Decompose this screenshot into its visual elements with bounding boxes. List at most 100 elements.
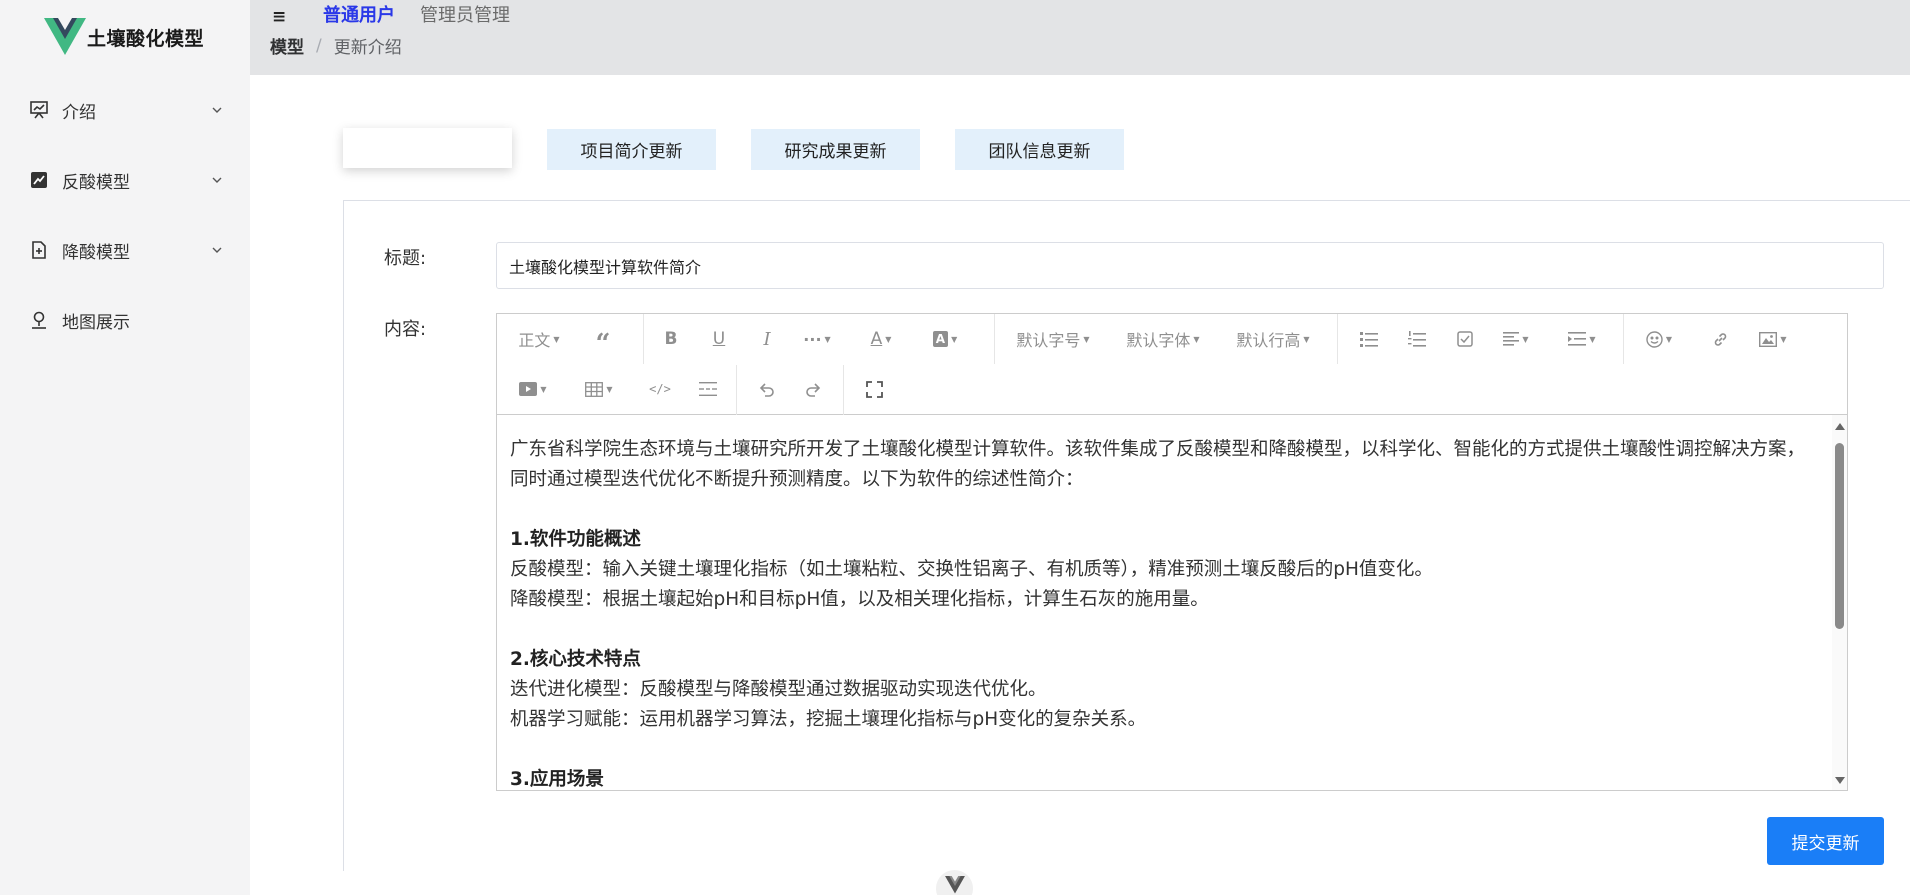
sidebar-item-label: 地图展示 xyxy=(62,312,130,333)
dropdown-arrow-icon: ▼ xyxy=(553,334,560,344)
editor-content[interactable]: 广东省科学院生态环境与土壤研究所开发了土壤酸化模型计算软件。该软件集成了反酸模型… xyxy=(497,415,1832,790)
background-color-select[interactable]: A ▼ xyxy=(924,319,966,359)
sidebar: 土壤酸化模型 介绍 反酸模型 降酸模型 地图展示 xyxy=(0,0,250,895)
redo-button[interactable] xyxy=(797,369,831,409)
dropdown-arrow-icon: ▼ xyxy=(1303,334,1310,344)
font-size-select[interactable]: 默认字号 ▼ xyxy=(1011,319,1095,359)
insert-table-select[interactable]: ▼ xyxy=(577,369,621,409)
tab-team-info-update[interactable]: 团队信息更新 xyxy=(955,129,1124,170)
tab-research-results-update[interactable]: 研究成果更新 xyxy=(751,129,920,170)
indent-select[interactable]: ▼ xyxy=(1560,319,1604,359)
breadcrumb-item-current: 更新介绍 xyxy=(333,38,402,58)
fullscreen-button[interactable] xyxy=(857,369,891,409)
background-color-icon: A xyxy=(932,331,949,347)
dropdown-arrow-icon: ▼ xyxy=(1665,334,1673,344)
numbered-list-button[interactable] xyxy=(1400,319,1434,359)
paragraph-style-select[interactable]: 正文 ▼ xyxy=(511,319,567,359)
tab-blank[interactable] xyxy=(343,128,512,168)
checkbox-icon xyxy=(1457,331,1473,347)
content-label: 内容: xyxy=(384,319,427,340)
breadcrumb-item-model[interactable]: 模型 xyxy=(270,33,304,58)
toolbar-divider xyxy=(736,365,737,415)
link-icon xyxy=(1714,332,1726,346)
underline-button[interactable]: U xyxy=(702,319,736,359)
sidebar-item-intro[interactable]: 介绍 xyxy=(0,88,250,132)
undo-icon xyxy=(759,382,774,397)
font-color-select[interactable]: A ▼ xyxy=(860,319,902,359)
sidebar-item-acid-reduction-model[interactable]: 降酸模型 xyxy=(0,228,250,272)
emoji-icon xyxy=(1646,330,1663,348)
quote-icon: “ xyxy=(595,329,611,359)
image-icon xyxy=(1759,331,1778,347)
italic-icon: I xyxy=(763,328,771,350)
paragraph-style-label: 正文 xyxy=(518,331,551,350)
app-logo-text: 土壤酸化模型 xyxy=(87,27,205,50)
toolbar-divider xyxy=(643,314,644,364)
emoji-select[interactable]: ▼ xyxy=(1637,319,1681,359)
title-input[interactable] xyxy=(496,242,1884,289)
more-format-select[interactable]: ··· ▼ xyxy=(796,319,838,359)
undo-button[interactable] xyxy=(749,369,783,409)
line-height-select[interactable]: 默认行高 ▼ xyxy=(1231,319,1315,359)
content-paragraph: 反酸模型：输入关键土壤理化指标（如土壤粘粒、交换性铝离子、有机质等），精准预测土… xyxy=(510,559,1433,580)
app-logo[interactable]: 土壤酸化模型 xyxy=(44,18,204,56)
breadcrumb: 模型 / 更新介绍 xyxy=(270,33,402,59)
chevron-down-icon xyxy=(212,177,222,183)
chevron-down-icon xyxy=(212,107,222,113)
font-family-label: 默认字体 xyxy=(1126,331,1191,350)
editor-toolbar: 正文▼ “ B U I ···▼ A▼ A▼ 默认字号▼ 默认字体▼ xyxy=(497,314,1847,415)
scroll-bottom-button[interactable] xyxy=(936,870,973,895)
indent-icon xyxy=(1568,332,1587,346)
italic-button[interactable]: I xyxy=(750,319,784,359)
editor-scrollbar[interactable] xyxy=(1832,415,1847,790)
title-label: 标题: xyxy=(384,248,427,269)
content-heading-3: 3.应用场景 xyxy=(510,769,604,790)
dropdown-arrow-icon: ▼ xyxy=(1193,334,1200,344)
sidebar-item-map-display[interactable]: 地图展示 xyxy=(0,298,250,342)
tab-project-intro-update[interactable]: 项目简介更新 xyxy=(547,129,716,170)
content-intro: 广东省科学院生态环境与土壤研究所开发了土壤酸化模型计算软件。该软件集成了反酸模型… xyxy=(510,439,1806,490)
scrollbar-thumb[interactable] xyxy=(1835,443,1844,629)
dropdown-arrow-icon: ▼ xyxy=(824,334,831,344)
dropdown-arrow-icon: ▼ xyxy=(540,384,547,394)
font-family-select[interactable]: 默认字体 ▼ xyxy=(1121,319,1205,359)
dropdown-arrow-icon: ▼ xyxy=(1522,334,1529,344)
dropdown-arrow-icon: ▼ xyxy=(1589,334,1596,344)
sidebar-item-label: 降酸模型 xyxy=(62,242,130,263)
horizontal-rule-button[interactable] xyxy=(691,369,725,409)
bullet-list-icon xyxy=(1360,332,1378,347)
vue-logo-icon xyxy=(44,18,86,55)
sidebar-item-acid-return-model[interactable]: 反酸模型 xyxy=(0,158,250,202)
toolbar-divider xyxy=(1623,314,1624,364)
content-paragraph: 迭代进化模型：反酸模型与降酸模型通过数据驱动实现迭代优化。 xyxy=(510,679,1047,700)
bold-icon: B xyxy=(664,329,678,349)
scroll-up-arrow-icon[interactable] xyxy=(1835,423,1845,430)
trend-chart-icon xyxy=(29,170,49,190)
scroll-down-arrow-icon[interactable] xyxy=(1835,777,1845,784)
submit-update-button[interactable]: 提交更新 xyxy=(1767,817,1884,865)
content-paragraph: 降酸模型：根据土壤起始pH和目标pH值，以及相关理化指标，计算生石灰的施用量。 xyxy=(510,589,1209,610)
insert-link-button[interactable] xyxy=(1703,319,1737,359)
bullet-list-button[interactable] xyxy=(1352,319,1386,359)
document-add-icon xyxy=(29,240,49,260)
content-heading-1: 1.软件功能概述 xyxy=(510,529,641,550)
code-block-button[interactable]: </> xyxy=(643,369,677,409)
toolbar-divider xyxy=(1337,314,1338,364)
nav-admin-management[interactable]: 管理员管理 xyxy=(420,1,510,27)
breadcrumb-separator: / xyxy=(316,35,322,56)
bold-button[interactable]: B xyxy=(654,319,688,359)
menu-toggle-icon[interactable]: ≡ xyxy=(272,8,290,26)
dropdown-arrow-icon: ▼ xyxy=(1780,334,1787,344)
location-pin-icon xyxy=(29,310,49,330)
nav-regular-user[interactable]: 普通用户 xyxy=(323,1,395,27)
insert-video-select[interactable]: ▼ xyxy=(511,369,555,409)
quote-button[interactable]: “ xyxy=(585,319,621,359)
text-align-select[interactable]: ▼ xyxy=(1494,319,1538,359)
font-size-label: 默认字号 xyxy=(1016,331,1081,350)
todo-list-button[interactable] xyxy=(1448,319,1482,359)
dropdown-arrow-icon: ▼ xyxy=(885,334,892,344)
insert-image-select[interactable]: ▼ xyxy=(1751,319,1795,359)
